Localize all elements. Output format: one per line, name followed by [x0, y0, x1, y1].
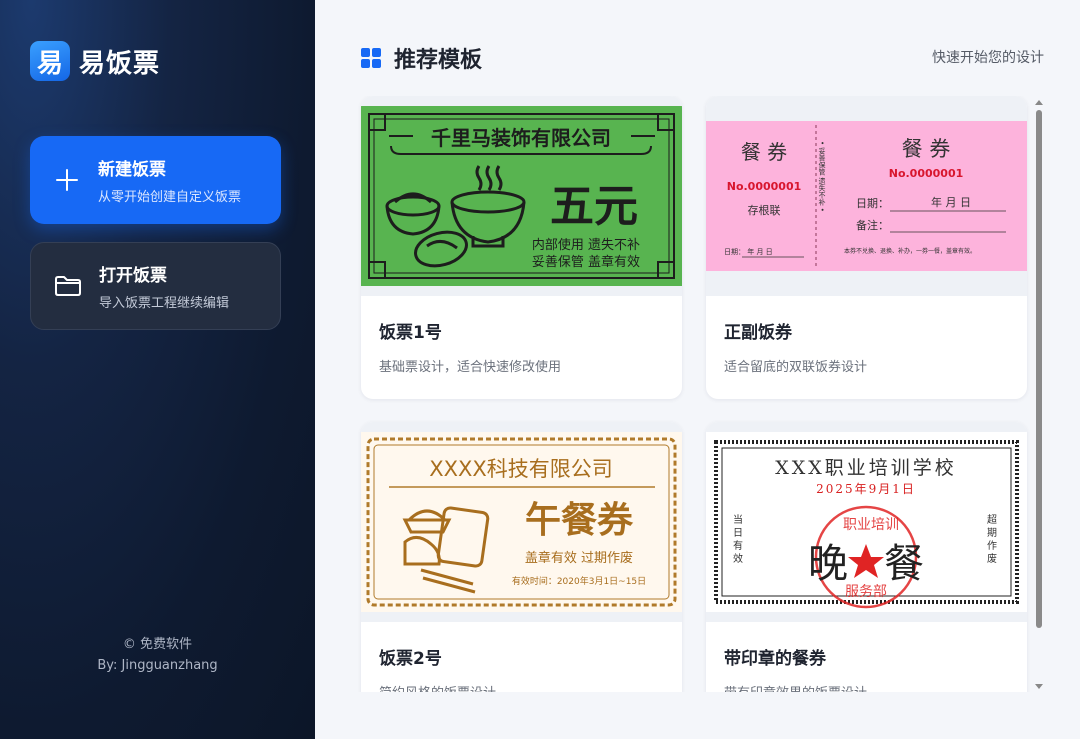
open-ticket-subtitle: 导入饭票工程继续编辑: [99, 296, 230, 311]
ticket2-stub-no: No.0000001: [727, 180, 802, 193]
section-header: 推荐模板: [361, 42, 482, 74]
ticket1-amount: 五元: [550, 181, 638, 232]
template-card-1[interactable]: 千里马装饰有限公司 五元 内部使用 遗失不补 妥善保管 盖章有效 饭票1号 基础…: [361, 96, 682, 399]
ticket3-title: 午餐券: [525, 499, 634, 541]
template-desc-2: 适合留底的双联饭券设计: [724, 360, 868, 375]
ticket1-line2: 妥善保管 盖章有效: [532, 254, 640, 270]
section-hint: 快速开始您的设计: [932, 50, 1044, 66]
template-name-1: 饭票1号: [379, 323, 442, 343]
scroll-up-arrow-icon[interactable]: [1035, 100, 1043, 105]
ticket2-note-label: 备注：: [856, 218, 889, 232]
template-desc-1: 基础票设计，适合快速修改使用: [379, 360, 562, 375]
ticket4-school: XXX职业培训学校: [775, 457, 957, 479]
ticket2-date-label: 日期：: [856, 197, 889, 210]
new-ticket-button[interactable]: 新建饭票 从零开始创建自定义饭票: [30, 136, 281, 224]
ticket4-preview: XXX职业培训学校 2025年9月1日 当日有效 超期作废 职业培训 服务部 晚…: [706, 432, 1027, 612]
ticket2-main-no: No.0000001: [889, 167, 964, 180]
ticket2-fine-print: 本券不兑换、退换、补办，一券一餐，盖章有效。: [844, 247, 976, 255]
template-preview-2: 餐 券 No.0000001 存根联 日期： 年 月 日 • 妥善保管 遗失不补…: [706, 96, 1027, 296]
template-card-2[interactable]: 餐 券 No.0000001 存根联 日期： 年 月 日 • 妥善保管 遗失不补…: [706, 96, 1027, 399]
ticket3-line1: 盖章有效 过期作废: [525, 550, 633, 566]
scrollbar[interactable]: [1034, 100, 1044, 690]
template-name-2: 正副饭券: [724, 323, 792, 343]
app-name: 易饭票: [79, 48, 161, 79]
ticket4-meal-right: 餐: [884, 541, 924, 587]
scroll-thumb[interactable]: [1036, 110, 1042, 628]
grid-icon: [361, 48, 381, 68]
template-name-4: 带印章的餐券: [724, 649, 826, 669]
plus-icon: [52, 165, 82, 195]
new-ticket-subtitle: 从零开始创建自定义饭票: [98, 190, 242, 205]
sidebar: 易 易饭票 新建饭票 从零开始创建自定义饭票 打开饭票 导入饭票工程继续编辑 ©…: [0, 0, 315, 739]
ticket2-preview: 餐 券 No.0000001 存根联 日期： 年 月 日 • 妥善保管 遗失不补…: [706, 121, 1027, 271]
app-logo-icon: 易: [30, 41, 70, 81]
template-card-3[interactable]: XXXX科技有限公司 午餐券 盖章有效 过期作废 有效时间：2020年3月1日~…: [361, 422, 682, 692]
seal-bottom-text: 服务部: [845, 584, 887, 600]
seal-top-text: 职业培训: [843, 517, 899, 533]
template-list: 千里马装饰有限公司 五元 内部使用 遗失不补 妥善保管 盖章有效 饭票1号 基础…: [315, 96, 1080, 692]
ticket2-date-fields: 年 月 日: [931, 195, 971, 209]
ticket2-stub-title: 餐 券: [741, 140, 787, 164]
scroll-down-arrow-icon[interactable]: [1035, 684, 1043, 689]
ticket3-preview: XXXX科技有限公司 午餐券 盖章有效 过期作废 有效时间：2020年3月1日~…: [361, 432, 682, 612]
ticket2-main-title: 餐 券: [902, 137, 951, 161]
open-ticket-title: 打开饭票: [99, 266, 167, 286]
author-text: By: Jingguanzhang: [97, 658, 218, 673]
folder-icon: [53, 271, 83, 301]
template-name-3: 饭票2号: [379, 649, 442, 669]
app-logo: 易 易饭票: [30, 41, 160, 81]
ticket4-right-note: 超期作废: [985, 513, 997, 566]
ticket3-validity: 有效时间：2020年3月1日~15日: [512, 575, 646, 587]
template-desc-4: 带有印章效果的饭票设计: [724, 682, 1009, 692]
section-title: 推荐模板: [394, 48, 483, 73]
ticket3-company: XXXX科技有限公司: [429, 457, 613, 481]
new-ticket-title: 新建饭票: [98, 160, 166, 180]
template-preview-4: XXX职业培训学校 2025年9月1日 当日有效 超期作废 职业培训 服务部 晚…: [706, 422, 1027, 622]
copyright-text: © 免费软件: [122, 637, 193, 652]
template-preview-3: XXXX科技有限公司 午餐券 盖章有效 过期作废 有效时间：2020年3月1日~…: [361, 422, 682, 622]
ticket2-side-text: • 妥善保管 遗失不补 •: [818, 141, 826, 212]
ticket1-preview: 千里马装饰有限公司 五元 内部使用 遗失不补 妥善保管 盖章有效: [361, 106, 682, 286]
ticket4-meal-left: 晚: [808, 541, 848, 587]
template-desc-3: 简约风格的饭票设计: [379, 682, 664, 692]
ticket1-line1: 内部使用 遗失不补: [532, 237, 640, 253]
ticket1-company: 千里马装饰有限公司: [431, 126, 611, 150]
ticket2-stub-label: 存根联: [748, 203, 781, 217]
ticket2-stub-date: 日期： 年 月 日: [724, 247, 773, 256]
ticket4-date: 2025年9月1日: [816, 482, 916, 496]
ticket4-left-note: 当日有效: [731, 513, 743, 566]
template-preview-1: 千里马装饰有限公司 五元 内部使用 遗失不补 妥善保管 盖章有效: [361, 96, 682, 296]
template-card-4[interactable]: XXX职业培训学校 2025年9月1日 当日有效 超期作废 职业培训 服务部 晚…: [706, 422, 1027, 692]
open-ticket-button[interactable]: 打开饭票 导入饭票工程继续编辑: [30, 242, 281, 330]
main-panel: 推荐模板 快速开始您的设计 千里马装饰有限公司 五元 内部使用 遗失不补 妥善保…: [315, 0, 1080, 739]
sidebar-footer: © 免费软件 By: Jingguanzhang: [0, 634, 315, 676]
